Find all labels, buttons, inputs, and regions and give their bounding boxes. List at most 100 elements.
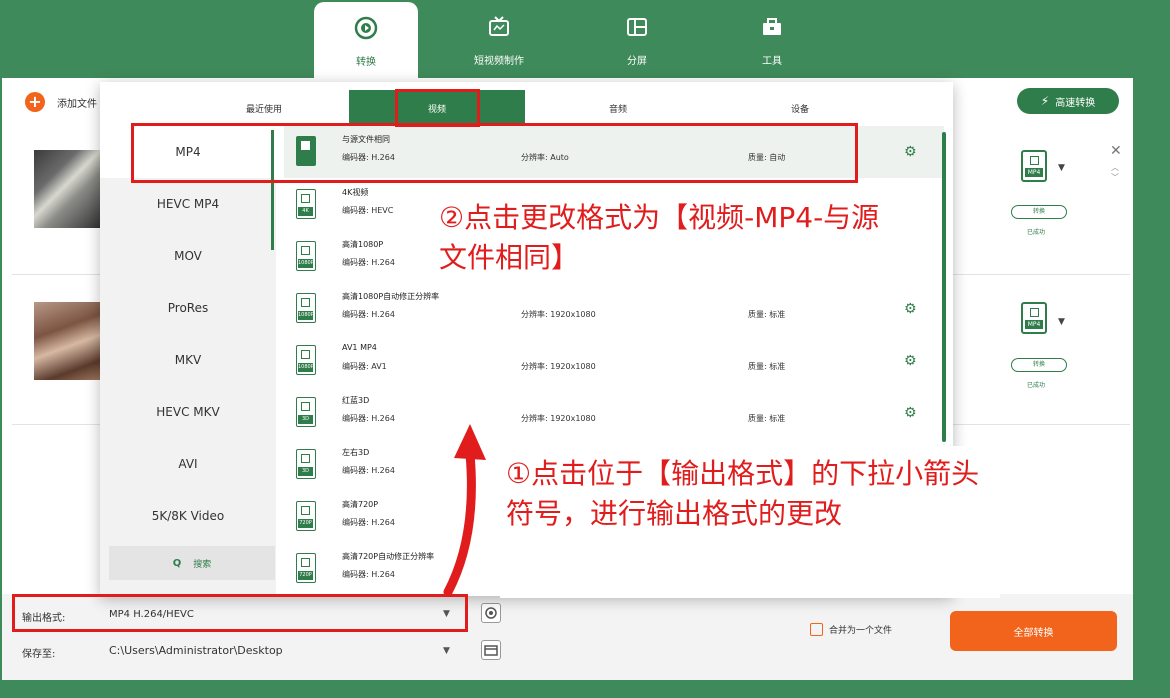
format-resolution: 分辨率: 1920x1080: [521, 362, 596, 371]
nav-tab-convert[interactable]: 转换: [314, 2, 418, 78]
category-prores[interactable]: ProRes: [100, 282, 276, 334]
checkbox[interactable]: [810, 623, 823, 636]
format-quality: 质量: 标准: [748, 362, 786, 371]
nav-tab-label: 分屏: [627, 55, 647, 67]
format-name: AV1 MP4: [342, 343, 377, 352]
toolbox-icon: [757, 12, 787, 42]
merge-label: 合并为一个文件: [829, 626, 893, 636]
merge-checkbox[interactable]: 合并为一个文件: [810, 623, 892, 636]
gear-icon[interactable]: ⚙: [904, 144, 917, 160]
search-button[interactable]: Q 搜索: [109, 546, 275, 580]
file-format-icon: 1080P: [296, 345, 316, 375]
format-quality: 质量: 标准: [748, 414, 786, 423]
chevron-down-icon[interactable]: ▼: [1058, 163, 1065, 173]
status-text: 已成功: [1027, 229, 1046, 236]
nav-tab-tools[interactable]: 工具: [720, 2, 824, 76]
tv-icon: [484, 12, 514, 42]
add-file-label: 添加文件: [57, 98, 97, 110]
chevron-down-icon[interactable]: ▼: [443, 646, 450, 656]
gear-icon: [485, 607, 497, 619]
highlight-video-tab: [395, 89, 480, 127]
output-format-file-icon[interactable]: MP4: [1021, 302, 1047, 334]
speed-convert-label: 高速转换: [1055, 97, 1096, 109]
video-thumbnail[interactable]: [34, 302, 104, 380]
nav-tab-label: 工具: [762, 55, 782, 67]
format-resolution: 分辨率: 1920x1080: [521, 310, 596, 319]
chevron-down-icon[interactable]: ▼: [1058, 317, 1065, 327]
highlight-output-format: [12, 594, 468, 632]
format-quality: 质量: 标准: [748, 310, 786, 319]
convert-all-button[interactable]: 全部转换: [950, 611, 1117, 651]
annotation-step-2: ②点击更改格式为【视频-MP4-与源文件相同】: [437, 196, 907, 280]
tab-device[interactable]: 设备: [712, 90, 888, 126]
nav-tab-split-screen[interactable]: 分屏: [585, 2, 689, 76]
format-name: 高清720P自动修正分辨率: [342, 552, 435, 561]
format-name: 红蓝3D: [342, 396, 370, 405]
format-name: 高清1080P自动修正分辨率: [342, 292, 440, 301]
format-row[interactable]: 3D 红蓝3D 编码器: H.264 分辨率: 1920x1080 质量: 标准…: [284, 387, 944, 439]
format-encoder: 编码器: AV1: [342, 362, 387, 371]
nav-tab-short-video[interactable]: 短视频制作: [447, 2, 551, 76]
status-text: 已成功: [1027, 382, 1046, 389]
category-hevc-mp4[interactable]: HEVC MP4: [100, 178, 276, 230]
save-to-label: 保存至:: [22, 649, 56, 660]
output-format-file-icon[interactable]: MP4: [1021, 150, 1047, 182]
file-format-icon: 720P: [296, 553, 316, 583]
format-resolution: 分辨率: 1920x1080: [521, 414, 596, 423]
format-name: 高清1080P: [342, 240, 384, 249]
folder-icon: [484, 645, 498, 656]
file-format-icon: 3D: [296, 449, 316, 479]
open-folder-button[interactable]: [481, 640, 501, 660]
add-file-button[interactable]: + 添加文件: [25, 92, 97, 112]
format-row[interactable]: 1080P 高清1080P自动修正分辨率 编码器: H.264 分辨率: 192…: [284, 283, 944, 335]
video-thumbnail[interactable]: [34, 150, 104, 228]
save-path-value: C:\Users\Administrator\Desktop: [109, 643, 283, 657]
close-icon[interactable]: ✕: [1110, 143, 1122, 159]
convert-button[interactable]: 转换: [1011, 358, 1067, 372]
top-nav: 转换 短视频制作 分屏 工具: [0, 0, 1170, 78]
category-hevc-mkv[interactable]: HEVC MKV: [100, 386, 276, 438]
reorder-icon[interactable]: ︿ ﹀: [1111, 163, 1119, 183]
gear-icon[interactable]: ⚙: [904, 301, 917, 317]
tab-audio[interactable]: 音频: [530, 90, 706, 126]
annotation-step-1-box: ①点击位于【输出格式】的下拉小箭头符号，进行输出格式的更改: [500, 446, 1000, 598]
annotation-arrow-icon: [443, 424, 486, 597]
split-screen-icon: [622, 12, 652, 42]
search-label: 搜索: [193, 559, 212, 570]
file-format-icon: 3D: [296, 397, 316, 427]
annotation-step-1: ①点击位于【输出格式】的下拉小箭头符号，进行输出格式的更改: [506, 457, 980, 530]
format-name: 高清720P: [342, 500, 379, 509]
format-encoder: 编码器: H.264: [342, 258, 395, 267]
gear-icon[interactable]: ⚙: [904, 405, 917, 421]
add-icon: +: [25, 92, 45, 112]
format-encoder: 编码器: HEVC: [342, 206, 394, 215]
format-name: 4K视频: [342, 188, 369, 197]
gear-icon[interactable]: ⚙: [904, 353, 917, 369]
file-format-icon: 1080P: [296, 241, 316, 271]
speed-convert-button[interactable]: ⚡ 高速转换: [1017, 88, 1119, 114]
tab-recent[interactable]: 最近使用: [176, 90, 352, 126]
lightning-icon: ⚡: [1040, 94, 1050, 108]
highlight-mp4-same-source: [131, 123, 858, 183]
category-5k-8k[interactable]: 5K/8K Video: [100, 490, 276, 542]
category-mov[interactable]: MOV: [100, 230, 276, 282]
save-path-field[interactable]: C:\Users\Administrator\Desktop: [105, 640, 460, 660]
format-encoder: 编码器: H.264: [342, 310, 395, 319]
search-icon: Q: [172, 557, 182, 569]
scrollbar[interactable]: [942, 132, 946, 442]
format-encoder: 编码器: H.264: [342, 518, 395, 527]
format-row[interactable]: 1080P AV1 MP4 编码器: AV1 分辨率: 1920x1080 质量…: [284, 335, 944, 387]
format-encoder: 编码器: H.264: [342, 414, 395, 423]
nav-tab-label: 短视频制作: [474, 55, 524, 67]
nav-tab-label: 转换: [356, 56, 376, 68]
file-format-icon: 1080P: [296, 293, 316, 323]
category-mkv[interactable]: MKV: [100, 334, 276, 386]
file-format-icon: 4K: [296, 189, 316, 219]
category-avi[interactable]: AVI: [100, 438, 276, 490]
convert-icon: [351, 13, 381, 43]
convert-button[interactable]: 转换: [1011, 205, 1067, 219]
settings-button[interactable]: [481, 603, 501, 623]
format-encoder: 编码器: H.264: [342, 466, 395, 475]
format-name: 左右3D: [342, 448, 370, 457]
format-category-list: MP4 HEVC MP4 MOV ProRes MKV HEVC MKV AVI…: [100, 126, 276, 596]
